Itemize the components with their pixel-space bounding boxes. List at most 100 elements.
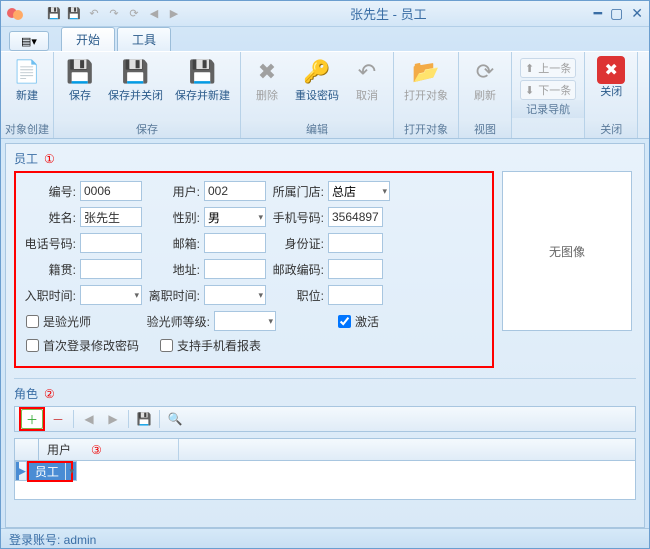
roles-toolbar: ＋ － ◀ ▶ 💾 🔍	[14, 406, 636, 432]
maximize-button[interactable]: ▢	[610, 5, 623, 22]
qat-undo-icon[interactable]: ↶	[85, 5, 103, 23]
email-label: 邮箱:	[146, 235, 200, 252]
search-role-button[interactable]: 🔍	[164, 409, 186, 429]
employee-panel-title: 员工	[14, 150, 38, 167]
qat-prev-icon[interactable]: ◀	[145, 5, 163, 23]
col-user[interactable]: 用户 ③	[39, 439, 179, 460]
group-open: 打开对象	[394, 120, 458, 138]
is-optometrist-checkbox[interactable]: 是验光师	[26, 313, 142, 330]
id-input[interactable]	[80, 181, 142, 201]
phone-label: 手机号码:	[270, 209, 324, 226]
group-close: 关闭	[585, 120, 637, 138]
roles-panel-title: 角色	[14, 385, 38, 402]
leave-date[interactable]	[204, 285, 266, 305]
hire-date[interactable]	[80, 285, 142, 305]
next-role-button[interactable]: ▶	[102, 409, 124, 429]
close-icon: ✖	[597, 56, 625, 84]
leave-label: 离职时间:	[146, 287, 200, 304]
minimize-button[interactable]: ━	[594, 5, 602, 22]
add-role-button[interactable]: ＋	[21, 409, 43, 429]
qat-next-icon[interactable]: ▶	[165, 5, 183, 23]
name-label: 姓名:	[22, 209, 76, 226]
new-icon: 📄	[11, 56, 43, 88]
app-icon	[7, 6, 23, 22]
save-close-button[interactable]: 💾保存并关闭	[102, 54, 169, 104]
annotation-3: ③	[91, 443, 102, 457]
save-icon: 💾	[64, 56, 96, 88]
cancel-button[interactable]: ↶取消	[345, 54, 389, 104]
next-record-button[interactable]: ⬇下一条	[520, 80, 576, 100]
key-icon: 🔑	[301, 56, 333, 88]
active-checkbox[interactable]: 激活	[338, 313, 379, 330]
open-object-button[interactable]: 📂打开对象	[398, 54, 454, 104]
remove-role-button[interactable]: －	[47, 409, 69, 429]
roles-grid: 用户 ③ ▶ 员工	[14, 438, 636, 500]
group-view: 视图	[459, 120, 511, 138]
id-label: 编号:	[22, 183, 76, 200]
tel-label: 电话号码:	[22, 235, 76, 252]
gender-label: 性别:	[146, 209, 200, 226]
annotation-2: ②	[44, 387, 55, 401]
down-icon: ⬇	[525, 84, 534, 97]
gender-select[interactable]: 男	[204, 207, 266, 227]
group-nav: 记录导航	[512, 100, 584, 118]
addr-label: 地址:	[146, 261, 200, 278]
save-close-icon: 💾	[120, 56, 152, 88]
up-icon: ⬆	[525, 62, 534, 75]
tel-input[interactable]	[80, 233, 142, 253]
grid-corner	[15, 439, 39, 460]
user-label: 用户:	[146, 183, 200, 200]
pos-label: 职位:	[270, 287, 324, 304]
close-window-button[interactable]: ✕	[631, 5, 643, 22]
idcard-input[interactable]	[328, 233, 383, 253]
idcard-label: 身份证:	[270, 235, 324, 252]
opt-level-label: 验光师等级:	[146, 313, 210, 330]
delete-button[interactable]: ✖删除	[245, 54, 289, 104]
view-selector[interactable]: ▤▾	[9, 31, 49, 51]
tab-tools[interactable]: 工具	[117, 27, 171, 51]
first-login-checkbox[interactable]: 首次登录修改密码	[26, 337, 156, 354]
new-button[interactable]: 📄新建	[5, 54, 49, 104]
group-save: 保存	[54, 120, 240, 138]
pos-input[interactable]	[328, 285, 383, 305]
save-role-button[interactable]: 💾	[133, 409, 155, 429]
group-create: 对象创建	[1, 120, 53, 138]
close-button[interactable]: ✖关闭	[589, 54, 633, 100]
image-placeholder[interactable]: 无图像	[502, 171, 632, 331]
row-indicator-icon: ▶	[19, 462, 27, 480]
save-new-icon: 💾	[187, 56, 219, 88]
undo-icon: ↶	[351, 56, 383, 88]
user-input[interactable]	[204, 181, 266, 201]
delete-icon: ✖	[251, 56, 283, 88]
store-select[interactable]: 总店	[328, 181, 390, 201]
login-user: admin	[64, 533, 97, 547]
prev-record-button[interactable]: ⬆上一条	[520, 58, 576, 78]
refresh-icon: ⟳	[469, 56, 501, 88]
name-input[interactable]	[80, 207, 142, 227]
employee-form: 编号: 用户: 所属门店: 总店 姓名: 性别: 男 手机号码: 电话号码:	[14, 171, 494, 368]
status-bar: 登录账号: admin	[1, 528, 649, 548]
role-cell[interactable]: 员工	[29, 463, 66, 480]
native-label: 籍贯:	[22, 261, 76, 278]
qat-save-icon[interactable]: 💾	[45, 5, 63, 23]
qat-saveclose-icon[interactable]: 💾	[65, 5, 83, 23]
mobile-report-checkbox[interactable]: 支持手机看报表	[160, 337, 261, 354]
qat-redo-icon[interactable]: ↷	[105, 5, 123, 23]
hire-label: 入职时间:	[22, 287, 76, 304]
phone-input[interactable]	[328, 207, 383, 227]
save-new-button[interactable]: 💾保存并新建	[169, 54, 236, 104]
qat-refresh-icon[interactable]: ⟳	[125, 5, 143, 23]
reset-password-button[interactable]: 🔑重设密码	[289, 54, 345, 104]
grid-row-selected[interactable]: ▶ 员工	[15, 461, 77, 481]
zip-label: 邮政编码:	[270, 261, 324, 278]
native-input[interactable]	[80, 259, 142, 279]
tab-start[interactable]: 开始	[61, 27, 115, 51]
prev-role-button[interactable]: ◀	[78, 409, 100, 429]
email-input[interactable]	[204, 233, 266, 253]
addr-input[interactable]	[204, 259, 266, 279]
refresh-button[interactable]: ⟳刷新	[463, 54, 507, 104]
zip-input[interactable]	[328, 259, 383, 279]
save-button[interactable]: 💾保存	[58, 54, 102, 104]
opt-level-select[interactable]	[214, 311, 276, 331]
window-title: 张先生 - 员工	[183, 4, 594, 23]
